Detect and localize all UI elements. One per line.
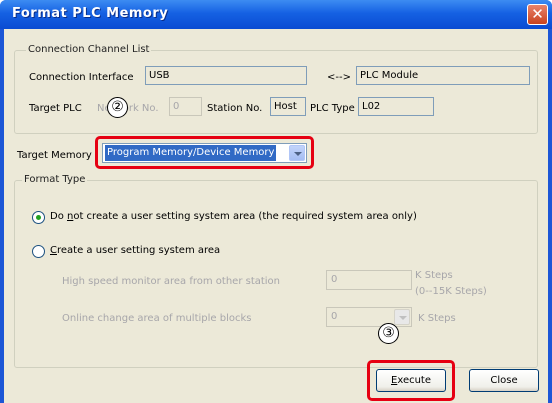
network-no-field: 0	[169, 97, 202, 116]
option1-text-end: ot create a user setting system area (th…	[73, 211, 417, 222]
online-change-label: Online change area of multiple blocks	[62, 313, 252, 324]
title-bar[interactable]: Format PLC Memory ✕	[0, 0, 552, 29]
radio-create-user-setting-label[interactable]: Create a user setting system area	[50, 245, 220, 256]
high-speed-monitor-label: High speed monitor area from other stati…	[62, 276, 281, 287]
plc-type-label: PLC Type	[310, 103, 355, 114]
radio-create-user-setting-area[interactable]	[32, 245, 45, 258]
format-plc-memory-window: Format PLC Memory ✕ Connection Channel L…	[0, 0, 552, 403]
high-speed-unit-label: K Steps	[415, 270, 453, 281]
option1-text-start: Do	[50, 211, 67, 222]
connection-interface-label: Connection Interface	[29, 72, 134, 83]
online-change-combobox: 0	[326, 307, 412, 327]
high-speed-monitor-value: 0	[331, 274, 338, 285]
station-no-field: Host	[270, 97, 306, 116]
annotation-marker-3: ③	[378, 323, 399, 344]
format-type-group	[14, 180, 538, 368]
connection-channel-group-label: Connection Channel List	[26, 44, 152, 55]
execute-highlight	[367, 360, 455, 401]
chevron-down-icon	[394, 309, 410, 325]
online-change-unit-label: K Steps	[418, 313, 456, 324]
dialog-body: Connection Channel List Connection Inter…	[4, 29, 548, 403]
radio-no-user-setting-label[interactable]: Do not create a user setting system area…	[50, 211, 417, 222]
radio-no-user-setting-area[interactable]	[32, 211, 45, 224]
plc-module-field: PLC Module	[356, 66, 530, 85]
option2-accelerator: C	[50, 245, 57, 256]
connection-arrow-label: <-->	[327, 72, 351, 83]
target-memory-highlight	[95, 136, 314, 169]
window-title: Format PLC Memory	[12, 6, 169, 21]
high-speed-monitor-combobox: 0	[326, 270, 412, 290]
format-type-group-label: Format Type	[22, 174, 88, 185]
connection-interface-field: USB	[145, 66, 307, 85]
option2-text-end: reate a user setting system area	[56, 245, 221, 256]
close-button[interactable]: Close	[469, 369, 539, 392]
close-window-button[interactable]: ✕	[527, 4, 548, 25]
high-speed-range-label: (0--15K Steps)	[415, 286, 487, 297]
online-change-value: 0	[331, 311, 338, 322]
plc-type-field: L02	[358, 97, 434, 116]
close-icon: ✕	[531, 5, 544, 23]
annotation-marker-2: ②	[107, 97, 128, 118]
target-memory-label: Target Memory	[17, 150, 92, 161]
target-plc-label: Target PLC	[29, 103, 82, 114]
station-no-label: Station No.	[207, 103, 263, 114]
connection-channel-group	[14, 50, 538, 134]
